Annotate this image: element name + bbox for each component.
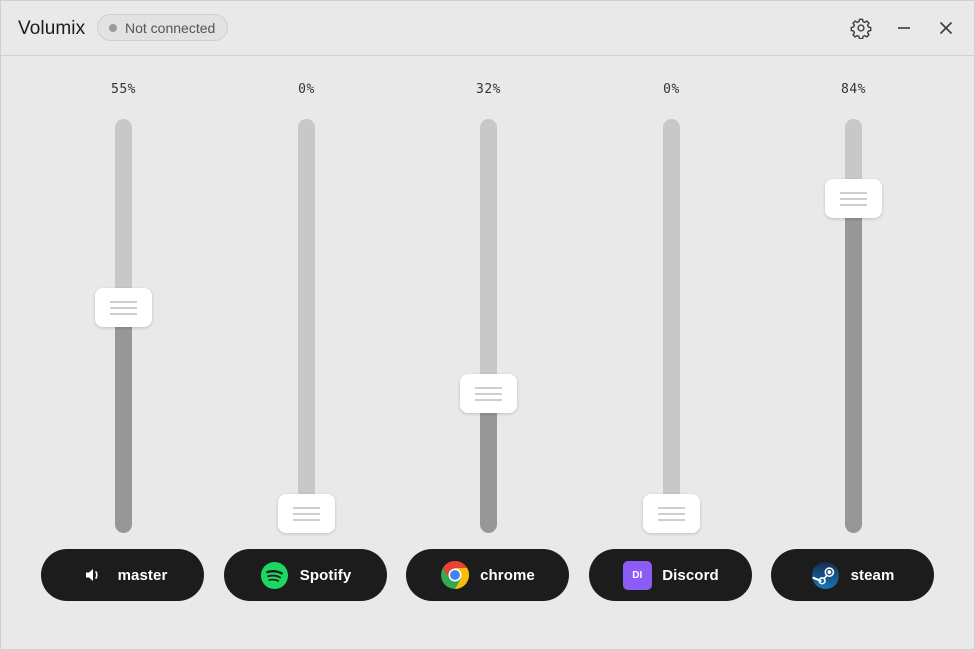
minimize-button[interactable] (889, 13, 919, 43)
volume-percent: 84% (841, 82, 866, 97)
app-button-label: chrome (480, 566, 535, 584)
title-bar: Volumix Not connected (1, 1, 974, 56)
channel-discord: 0% DI Discord (589, 55, 754, 615)
volume-slider-handle[interactable] (278, 494, 335, 533)
app-button-spotify[interactable]: Spotify (224, 549, 387, 601)
app-title: Volumix (18, 18, 86, 39)
app-button-label: master (117, 566, 168, 584)
app-button-label: Spotify (299, 566, 352, 584)
close-button[interactable] (931, 13, 961, 43)
volume-slider-handle[interactable] (643, 494, 700, 533)
volume-slider-handle[interactable] (95, 287, 152, 327)
minimize-icon (898, 27, 910, 29)
chrome-icon (440, 560, 470, 590)
volume-slider-track[interactable] (663, 119, 680, 533)
volume-percent: 55% (111, 82, 136, 97)
steam-icon (811, 560, 841, 590)
volume-slider-handle[interactable] (460, 374, 517, 413)
volume-slider-track[interactable] (480, 119, 497, 533)
gear-icon (850, 18, 872, 39)
discord-icon: DI (622, 560, 652, 590)
channel-steam: 84% steam (771, 55, 936, 615)
volume-slider-fill (480, 393, 497, 533)
app-button-steam[interactable]: steam (771, 549, 934, 601)
channel-master: 55% master (41, 55, 206, 615)
app-button-label: Discord (662, 566, 719, 584)
app-button-label: steam (850, 566, 895, 584)
channel-chrome: 32% chrome (406, 55, 571, 615)
volume-slider-track[interactable] (298, 119, 315, 533)
discord-badge: DI (622, 560, 652, 590)
volume-percent: 0% (298, 82, 315, 97)
settings-button[interactable] (846, 13, 876, 43)
close-icon (939, 21, 953, 35)
app-button-chrome[interactable]: chrome (406, 549, 569, 601)
channel-spotify: 0% Spotify (224, 55, 389, 615)
connection-status-text: Not connected (125, 19, 216, 36)
volume-slider-fill (115, 307, 132, 533)
volumix-window: Volumix Not connected 55% master 0% Spot… (0, 0, 975, 650)
volume-percent: 32% (476, 82, 501, 97)
volume-percent: 0% (663, 82, 680, 97)
speaker-icon (78, 560, 108, 590)
status-dot-icon (109, 23, 117, 32)
app-button-discord[interactable]: DI Discord (589, 549, 752, 601)
volume-slider-fill (845, 198, 862, 533)
spotify-icon (260, 560, 290, 590)
volume-slider-handle[interactable] (825, 179, 882, 218)
connection-status-badge: Not connected (97, 14, 228, 41)
app-button-master[interactable]: master (41, 549, 204, 601)
